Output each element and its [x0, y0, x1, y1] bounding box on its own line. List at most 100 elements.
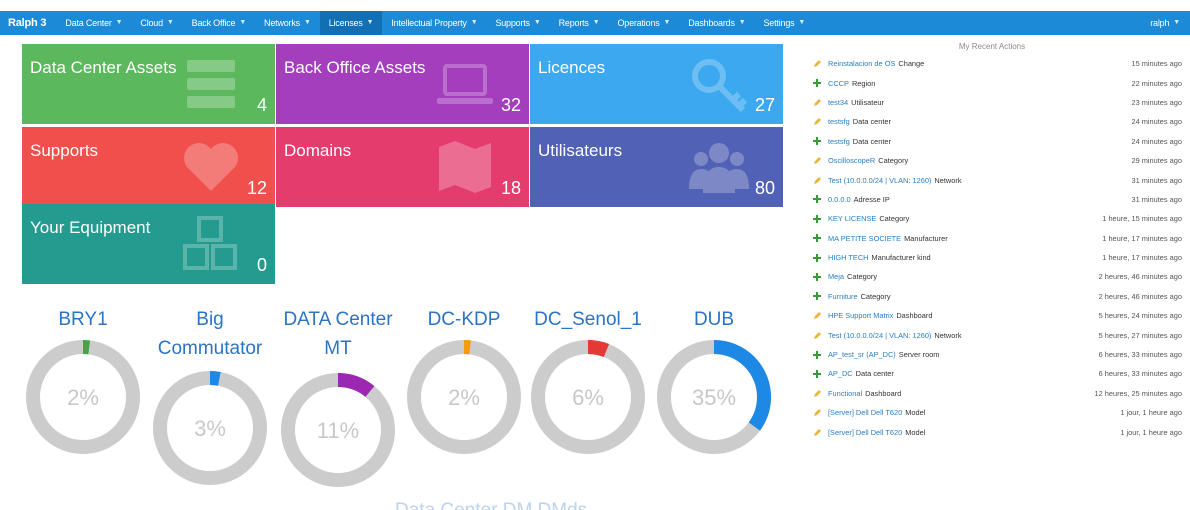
nav-item-label: Cloud — [140, 18, 163, 28]
recent-action-link[interactable]: Meja — [828, 272, 844, 281]
recent-action-link[interactable]: AP_test_sr (AP_DC) — [828, 350, 896, 359]
recent-action-type: Network — [934, 330, 962, 340]
recent-action-time: 5 heures, 24 minutes ago — [1098, 311, 1182, 321]
gauge-percent-label: 2% — [448, 385, 480, 410]
nav-item-reports[interactable]: Reports ▼ — [550, 11, 609, 35]
recent-action-time: 31 minutes ago — [1131, 175, 1182, 185]
pencil-icon — [810, 176, 824, 185]
gauge-donut: 6% — [531, 340, 645, 454]
tile-count: 12 — [246, 178, 267, 198]
nav-item-intellectual-property[interactable]: Intellectual Property ▼ — [382, 11, 486, 35]
recent-action-link[interactable]: KEY LICENSE — [828, 214, 876, 223]
chevron-down-icon: ▼ — [470, 19, 478, 26]
nav-item-operations[interactable]: Operations ▼ — [608, 11, 679, 35]
recent-action-time: 1 jour, 1 heure ago — [1120, 408, 1182, 418]
plus-icon — [810, 234, 824, 243]
plus-icon — [810, 350, 824, 359]
recent-action-link[interactable]: CCCP — [828, 79, 849, 88]
user-menu[interactable]: ralph ▼ — [1150, 11, 1180, 35]
plus-icon — [810, 195, 824, 204]
recent-action-row: KEY LICENSE Category 1 heure, 15 minutes a… — [802, 209, 1182, 228]
chevron-down-icon: ▼ — [115, 19, 123, 26]
plus-icon — [810, 272, 824, 281]
recent-action-type: Dashboard — [865, 388, 902, 398]
recent-action-time: 2 heures, 46 minutes ago — [1098, 272, 1182, 282]
recent-action-link[interactable]: MA PETITE SOCIETE — [828, 234, 901, 243]
chevron-down-icon: ▼ — [366, 19, 374, 26]
gauge-donut: 2% — [407, 340, 521, 454]
nav-item-back-office[interactable]: Back Office ▼ — [183, 11, 255, 35]
nav-item-supports[interactable]: Supports ▼ — [486, 11, 549, 35]
recent-action-link[interactable]: testsfg — [828, 117, 850, 126]
nav-item-licenses[interactable]: Licenses ▼ — [319, 11, 383, 35]
tile-licences[interactable]: Licences 27 — [530, 44, 783, 124]
gauge-percent-label: 3% — [194, 416, 226, 441]
tile-count: 4 — [256, 95, 267, 115]
recent-action-link[interactable]: HPE Support Matrix — [828, 311, 893, 320]
tile-data-center-assets[interactable]: Data Center Assets 4 — [22, 44, 275, 124]
recent-action-time: 29 minutes ago — [1131, 156, 1182, 166]
recent-action-link[interactable]: Test (10.0.0.0/24 | VLAN: 1260) — [828, 331, 931, 340]
map-icon — [435, 137, 495, 197]
tile-supports[interactable]: Supports 12 — [22, 127, 275, 207]
tile-title: Utilisateurs — [538, 141, 623, 160]
pencil-icon — [810, 156, 824, 165]
recent-action-row: AP_DC Data center 6 heures, 33 minutes ago — [802, 364, 1182, 383]
recent-action-time: 24 minutes ago — [1131, 117, 1182, 127]
gauge-donut: 35% — [657, 340, 771, 454]
heartbeat-icon — [181, 137, 241, 197]
users-icon — [689, 137, 749, 197]
pencil-icon — [810, 428, 824, 437]
tile-utilisateurs[interactable]: Utilisateurs 80 — [530, 127, 783, 207]
recent-action-link[interactable]: 0.0.0.0 — [828, 195, 851, 204]
recent-action-time: 22 minutes ago — [1131, 78, 1182, 88]
recent-action-link[interactable]: [Server] Dell Dell T620 — [828, 408, 902, 417]
chevron-down-icon: ▼ — [166, 19, 174, 26]
recent-action-link[interactable]: AP_DC — [828, 369, 853, 378]
recent-action-row: Furniture Category 2 heures, 46 minutes ag… — [802, 287, 1182, 306]
user-name: ralph — [1150, 18, 1170, 28]
tile-domains[interactable]: Domains 18 — [276, 127, 529, 207]
recent-action-link[interactable]: Functional — [828, 389, 862, 398]
pencil-icon — [810, 117, 824, 126]
recent-action-type: Data center — [852, 136, 891, 146]
recent-action-link[interactable]: Test (10.0.0.0/24 | VLAN: 1260) — [828, 176, 931, 185]
gauge-percent-label: 35% — [692, 385, 736, 410]
tile-your-equipment[interactable]: Your Equipment 0 — [22, 204, 275, 284]
recent-action-time: 31 minutes ago — [1131, 194, 1182, 204]
recent-action-link[interactable]: Furniture — [828, 292, 858, 301]
recent-action-time: 23 minutes ago — [1131, 97, 1182, 107]
tile-title: Your Equipment — [30, 218, 151, 237]
nav-item-networks[interactable]: Networks ▼ — [255, 11, 320, 35]
plus-icon — [810, 214, 824, 223]
tile-back-office-assets[interactable]: Back Office Assets 32 — [276, 44, 529, 124]
recent-action-link[interactable]: HIGH TECH — [828, 253, 869, 262]
recent-action-link[interactable]: [Server] Dell Dell T620 — [828, 428, 902, 437]
nav-item-cloud[interactable]: Cloud ▼ — [131, 11, 182, 35]
plus-icon — [810, 137, 824, 146]
recent-action-row: Functional Dashboard 12 heures, 25 minutes… — [802, 384, 1182, 403]
recent-action-row: HIGH TECH Manufacturer kind 1 heure, 17 mi… — [802, 248, 1182, 267]
nav-item-settings[interactable]: Settings ▼ — [755, 11, 815, 35]
recent-action-row: Reinstalacion de OS Change 15 minutes ago — [802, 54, 1182, 73]
gauge-donut: 3% — [153, 371, 267, 485]
recent-action-link[interactable]: OscilloscopeR — [828, 156, 875, 165]
recent-action-time: 1 heure, 17 minutes ago — [1102, 253, 1182, 263]
recent-action-link[interactable]: testsfg — [828, 137, 850, 146]
gauge-title: DUB — [693, 309, 735, 330]
plus-icon — [810, 253, 824, 262]
nav-item-label: Dashboards — [688, 18, 735, 28]
recent-action-time: 6 heures, 33 minutes ago — [1098, 369, 1182, 379]
nav-item-data-center[interactable]: Data Center ▼ — [56, 11, 131, 35]
recent-action-time: 24 minutes ago — [1131, 136, 1182, 146]
server-icon — [181, 54, 241, 114]
nav-item-label: Reports — [558, 18, 589, 28]
recent-action-type: Manufacturer kind — [871, 253, 931, 263]
recent-action-link[interactable]: test34 — [828, 98, 848, 107]
nav-item-label: Supports — [495, 18, 530, 28]
nav-item-dashboards[interactable]: Dashboards ▼ — [679, 11, 754, 35]
recent-action-type: Region — [851, 78, 876, 88]
recent-action-link[interactable]: Reinstalacion de OS — [828, 59, 895, 68]
recent-action-type: Manufacturer — [904, 233, 948, 243]
brand-logo[interactable]: Ralph 3 — [0, 11, 56, 35]
